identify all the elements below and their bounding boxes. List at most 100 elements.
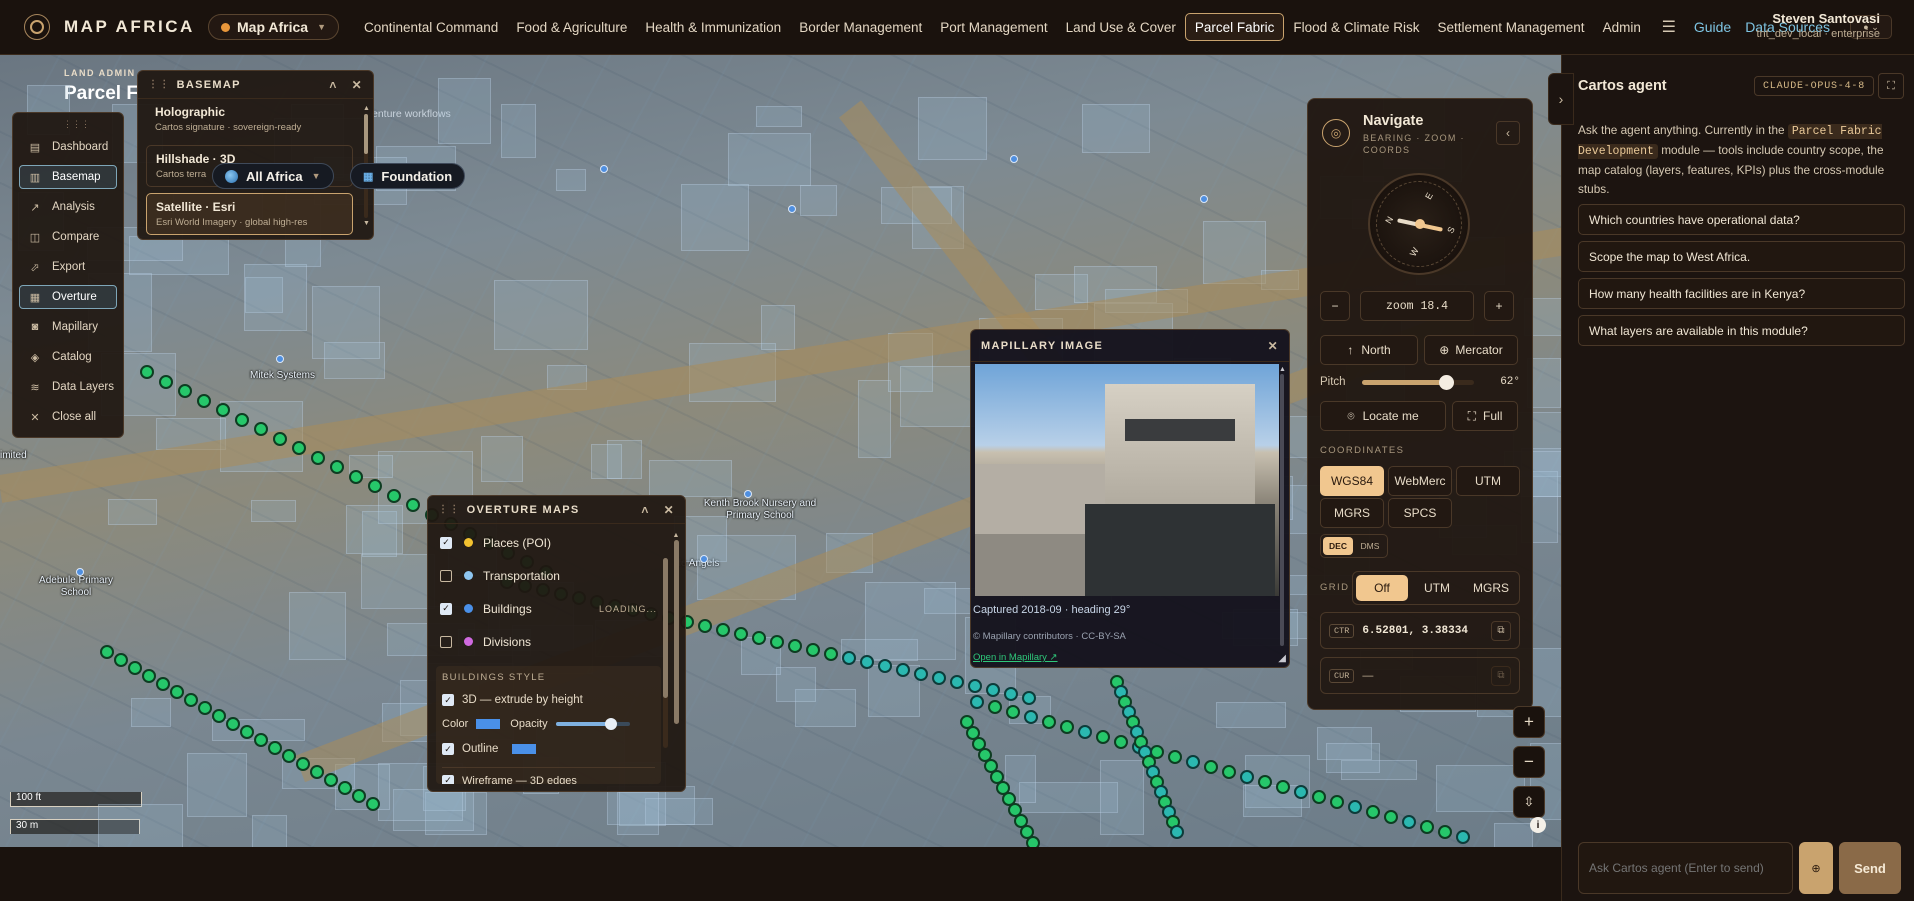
collapse-icon[interactable]: ˄ (641, 503, 649, 517)
coord-spcs[interactable]: SPCS (1388, 498, 1452, 528)
sidebar-item-close-all[interactable]: ✕ Close all (19, 405, 117, 429)
coord-mgrs[interactable]: MGRS (1320, 498, 1384, 528)
transit-stop-marker[interactable] (752, 631, 766, 645)
sidebar-item-overture[interactable]: ▦ Overture (19, 285, 117, 309)
transit-stop-marker[interactable] (140, 365, 154, 379)
transit-stop-marker[interactable] (716, 623, 730, 637)
sidebar-item-data-layers[interactable]: ≋ Data Layers (19, 375, 117, 399)
overture-layer-buildings[interactable]: ✓ Buildings LOADING... (428, 592, 661, 625)
drag-handle-icon[interactable]: ⋮⋮ (148, 79, 171, 90)
transit-stop-marker[interactable] (114, 653, 128, 667)
transit-stop-marker[interactable] (273, 431, 287, 446)
transit-stop-marker[interactable] (1294, 785, 1308, 799)
transit-stop-marker[interactable] (1026, 836, 1040, 847)
transit-stop-marker[interactable] (142, 669, 156, 683)
collapse-panel-button[interactable]: ‹ (1496, 121, 1520, 145)
street-level-photo[interactable] (975, 364, 1279, 596)
suggested-question[interactable]: How many health facilities are in Kenya? (1578, 278, 1905, 309)
transit-stop-marker[interactable] (406, 498, 420, 512)
transit-stop-marker[interactable] (734, 627, 748, 641)
fullscreen-button[interactable]: ⛶ Full (1452, 401, 1518, 431)
transit-stop-marker[interactable] (1060, 720, 1074, 734)
format-dec[interactable]: DEC (1323, 537, 1353, 555)
region-selector[interactable]: All Africa ▼ (212, 163, 334, 189)
transit-stop-marker[interactable] (226, 717, 240, 731)
transit-stop-marker[interactable] (178, 384, 192, 398)
grid-utm[interactable]: UTM (1412, 575, 1462, 601)
slider-handle[interactable] (1439, 375, 1454, 390)
transit-stop-marker[interactable] (197, 393, 211, 408)
outline-color-swatch[interactable] (512, 744, 537, 754)
transit-stop-marker[interactable] (1170, 825, 1184, 839)
transit-stop-marker[interactable] (968, 679, 982, 693)
transit-stop-marker[interactable] (216, 403, 230, 417)
transit-stop-marker[interactable] (806, 643, 820, 657)
transit-stop-marker[interactable] (292, 441, 306, 455)
photo-scrollbar[interactable]: ▲ (1279, 366, 1286, 656)
tab-parcel-fabric[interactable]: Parcel Fabric (1184, 13, 1285, 41)
wireframe-checkbox[interactable]: ✓ (442, 774, 454, 784)
app-selector[interactable]: Map Africa ▼ (208, 14, 339, 40)
voice-button[interactable]: ⊕ (1799, 842, 1833, 894)
map-zoom-in-button[interactable]: + (1513, 706, 1545, 738)
extrude-checkbox[interactable]: ✓ (442, 694, 454, 706)
format-dms[interactable]: DMS (1355, 537, 1385, 555)
places-checkbox[interactable]: ✓ (440, 536, 452, 549)
transit-stop-marker[interactable] (878, 659, 892, 673)
transit-stop-marker[interactable] (1240, 770, 1254, 784)
attribution-info-icon[interactable]: i (1530, 817, 1546, 833)
transit-stop-marker[interactable] (1022, 691, 1036, 705)
transit-stop-marker[interactable] (1402, 815, 1416, 829)
transit-stop-marker[interactable] (842, 651, 856, 665)
agent-toggle-tab[interactable]: › (1548, 73, 1574, 125)
suggested-question[interactable]: Scope the map to West Africa. (1578, 241, 1905, 272)
poi-marker[interactable] (788, 205, 796, 213)
projection-button[interactable]: ⊕ Mercator (1424, 335, 1518, 365)
transit-stop-marker[interactable] (698, 619, 712, 633)
poi-marker[interactable] (1010, 155, 1018, 163)
transit-stop-marker[interactable] (1096, 730, 1110, 744)
grid-off[interactable]: Off (1356, 575, 1408, 601)
transit-stop-marker[interactable] (1384, 810, 1398, 824)
poi-marker[interactable] (700, 555, 708, 563)
transit-stop-marker[interactable] (282, 749, 296, 763)
overture-layer-places[interactable]: ✓ Places (POI) (428, 526, 661, 559)
tab-land-use-cover[interactable]: Land Use & Cover (1057, 13, 1185, 41)
transit-stop-marker[interactable] (1420, 820, 1434, 834)
transit-stop-marker[interactable] (1004, 687, 1018, 701)
opacity-slider[interactable] (555, 718, 630, 730)
coord-wgs84[interactable]: WGS84 (1320, 466, 1384, 496)
transportation-checkbox[interactable] (440, 569, 452, 582)
sidebar-item-basemap[interactable]: ▥ Basemap (19, 165, 117, 189)
slider-handle[interactable] (605, 718, 618, 730)
agent-chat-input[interactable] (1578, 842, 1793, 894)
sidebar-item-analysis[interactable]: ↗ Analysis (19, 195, 117, 219)
transit-stop-marker[interactable] (368, 479, 382, 493)
transit-stop-marker[interactable] (268, 741, 282, 755)
transit-stop-marker[interactable] (932, 671, 946, 685)
transit-stop-marker[interactable] (170, 685, 184, 699)
transit-stop-marker[interactable] (387, 488, 401, 503)
transit-stop-marker[interactable] (1312, 790, 1326, 804)
transit-stop-marker[interactable] (310, 765, 324, 779)
transit-stop-marker[interactable] (198, 701, 212, 715)
map-compass-button[interactable]: ⇳ (1513, 786, 1545, 818)
sidebar-item-compare[interactable]: ◫ Compare (19, 225, 117, 249)
transit-stop-marker[interactable] (254, 733, 268, 747)
close-icon[interactable]: ✕ (664, 503, 675, 517)
expand-icon[interactable]: ⛶ (1878, 73, 1904, 99)
resize-handle-icon[interactable]: ◢ (1278, 653, 1286, 664)
transit-stop-marker[interactable] (1078, 725, 1092, 739)
tab-continental-command[interactable]: Continental Command (355, 13, 507, 41)
transit-stop-marker[interactable] (914, 667, 928, 681)
menu-icon[interactable]: ☰ (1658, 17, 1680, 37)
copy-icon[interactable]: ⧉ (1491, 665, 1511, 686)
transit-stop-marker[interactable] (1006, 705, 1020, 719)
transit-stop-marker[interactable] (352, 789, 366, 803)
poi-marker[interactable] (276, 355, 284, 363)
transit-stop-marker[interactable] (1438, 825, 1452, 839)
overture-scrollbar-2[interactable] (663, 558, 668, 748)
poi-marker[interactable] (600, 165, 608, 173)
poi-marker[interactable] (76, 568, 84, 576)
transit-stop-marker[interactable] (988, 700, 1002, 714)
